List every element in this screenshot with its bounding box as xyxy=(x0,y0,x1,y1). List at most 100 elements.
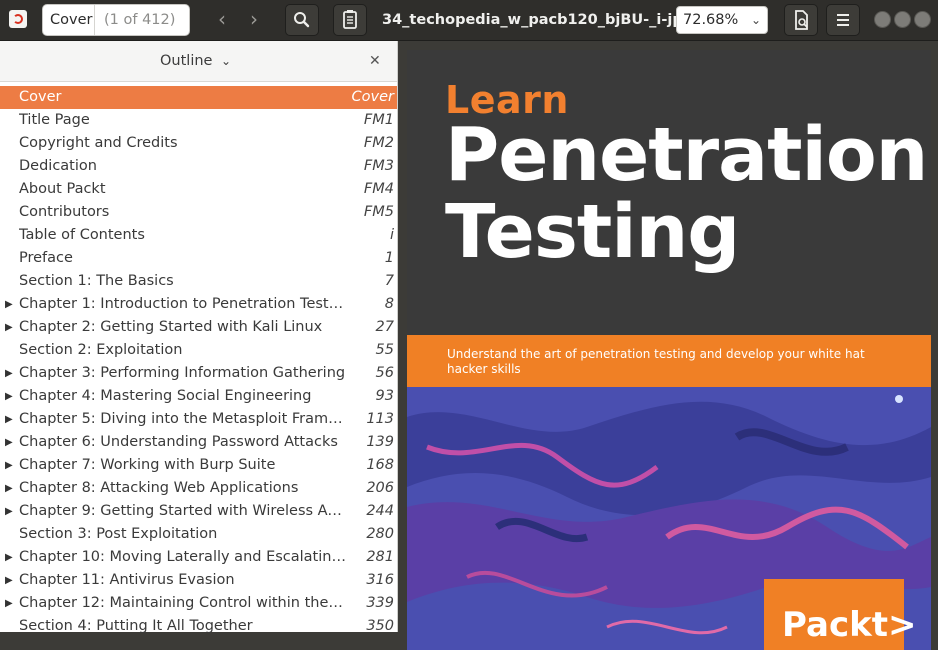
expand-triangle-icon[interactable]: ▶ xyxy=(5,569,13,592)
expand-triangle-icon[interactable]: ▶ xyxy=(5,293,13,316)
next-page-button[interactable]: › xyxy=(241,6,267,34)
minimize-button[interactable] xyxy=(874,11,891,28)
close-sidebar-icon[interactable]: ✕ xyxy=(369,41,381,81)
outline-item[interactable]: ▶ Chapter 1: Introduction to Penetration … xyxy=(0,293,397,316)
outline-item[interactable]: ▶ Chapter 10: Moving Laterally and Escala… xyxy=(0,546,397,569)
expand-triangle-icon[interactable]: ▶ xyxy=(5,316,13,339)
outline-item-title: Dedication xyxy=(19,158,97,174)
outline-item-page: 139 xyxy=(366,434,394,450)
outline-item[interactable]: ▶ Chapter 5: Diving into the Metasploit F… xyxy=(0,408,397,431)
clipboard-icon xyxy=(343,10,357,29)
outline-item[interactable]: Table of Contents i xyxy=(0,224,397,247)
expand-triangle-icon[interactable]: ▶ xyxy=(5,546,13,569)
expand-triangle-icon[interactable]: ▶ xyxy=(5,408,13,431)
outline-item[interactable]: Section 2: Exploitation 55 xyxy=(0,339,397,362)
outline-item-page: 206 xyxy=(366,480,394,496)
outline-item[interactable]: Copyright and Credits FM2 xyxy=(0,132,397,155)
publisher-logo-text: Packt> xyxy=(782,605,917,645)
outline-item-page: 93 xyxy=(375,388,394,404)
cover-tagline-band: Understand the art of penetration testin… xyxy=(407,335,931,387)
document-view-button[interactable] xyxy=(784,4,818,36)
outline-item-title: Chapter 12: Maintaining Control within t… xyxy=(19,595,347,611)
outline-item[interactable]: ▶ Chapter 6: Understanding Password Attac… xyxy=(0,431,397,454)
page-count-label: (1 of 412) xyxy=(104,12,176,28)
zoom-value[interactable]: 72.68% xyxy=(683,7,738,33)
close-window-button[interactable] xyxy=(914,11,931,28)
outline-item[interactable]: Section 3: Post Exploitation 280 xyxy=(0,523,397,546)
outline-item-title: Preface xyxy=(19,250,73,266)
outline-item-title: Chapter 6: Understanding Password Attack… xyxy=(19,434,338,450)
outline-item-page: FM4 xyxy=(363,181,394,197)
outline-item-page: 56 xyxy=(375,365,394,381)
outline-item[interactable]: Title Page FM1 xyxy=(0,109,397,132)
outline-item-title: Chapter 11: Antivirus Evasion xyxy=(19,572,235,588)
outline-item-page: 281 xyxy=(366,549,394,565)
outline-item-page: 244 xyxy=(366,503,394,519)
page-field-separator xyxy=(94,5,95,35)
outline-item-page: i xyxy=(389,227,394,243)
page-label-field[interactable]: Cover (1 of 412) xyxy=(42,4,190,36)
expand-triangle-icon[interactable]: ▶ xyxy=(5,454,13,477)
outline-item[interactable]: Dedication FM3 xyxy=(0,155,397,178)
outline-item-page: FM3 xyxy=(363,158,394,174)
hamburger-menu-icon xyxy=(837,14,849,26)
outline-item[interactable]: Contributors FM5 xyxy=(0,201,397,224)
expand-triangle-icon[interactable]: ▶ xyxy=(5,431,13,454)
outline-item-title: Table of Contents xyxy=(19,227,145,243)
expand-triangle-icon[interactable]: ▶ xyxy=(5,477,13,500)
expand-triangle-icon[interactable]: ▶ xyxy=(5,500,13,523)
outline-item-title: Contributors xyxy=(19,204,110,220)
outline-item-title: Section 4: Putting It All Together xyxy=(19,618,253,634)
annotations-button[interactable] xyxy=(333,4,367,36)
expand-triangle-icon[interactable]: ▶ xyxy=(5,362,13,385)
chevron-left-icon: ‹ xyxy=(218,7,226,31)
outline-item[interactable]: ▶ Chapter 3: Performing Information Gathe… xyxy=(0,362,397,385)
outline-item[interactable]: About Packt FM4 xyxy=(0,178,397,201)
outline-header[interactable]: Outline ⌄ ✕ xyxy=(0,41,397,82)
outline-title[interactable]: Outline xyxy=(160,41,212,81)
outline-item-title: About Packt xyxy=(19,181,106,197)
outline-item[interactable]: ▶ Chapter 2: Getting Started with Kali Li… xyxy=(0,316,397,339)
outline-item-title: Chapter 10: Moving Laterally and Escalat… xyxy=(19,549,347,565)
publisher-logo: Packt> xyxy=(764,579,916,650)
outline-item-page: 27 xyxy=(375,319,394,335)
outline-item[interactable]: Cover Cover xyxy=(0,86,397,109)
document-view-icon xyxy=(795,10,808,30)
document-title: 34_techopedia_w_pacb120_bjBU-_i-jpq... xyxy=(382,12,710,28)
outline-item-title: Chapter 5: Diving into the Metasploit Fr… xyxy=(19,411,347,427)
outline-item[interactable]: Preface 1 xyxy=(0,247,397,270)
previous-page-button[interactable]: ‹ xyxy=(209,6,235,34)
outline-item-page: FM2 xyxy=(363,135,394,151)
outline-item-page: 168 xyxy=(366,457,394,473)
outline-item-title: Section 2: Exploitation xyxy=(19,342,183,358)
outline-item[interactable]: ▶ Chapter 8: Attacking Web Applications 20… xyxy=(0,477,397,500)
search-button[interactable] xyxy=(285,4,319,36)
outline-item[interactable]: ▶ Chapter 9: Getting Started with Wireles… xyxy=(0,500,397,523)
outline-item-title: Chapter 1: Introduction to Penetration T… xyxy=(19,296,347,312)
page-label-input[interactable]: Cover xyxy=(50,5,92,35)
chevron-right-icon: › xyxy=(250,7,258,31)
expand-triangle-icon[interactable]: ▶ xyxy=(5,592,13,615)
outline-item[interactable]: Section 4: Putting It All Together 350 xyxy=(0,615,397,638)
outline-item[interactable]: ▶ Chapter 11: Antivirus Evasion 316 xyxy=(0,569,397,592)
cover-title-testing: Testing xyxy=(445,189,740,275)
chevron-down-icon[interactable]: ⌄ xyxy=(221,41,231,81)
outline-item[interactable]: ▶ Chapter 4: Mastering Social Engineering… xyxy=(0,385,397,408)
menu-button[interactable] xyxy=(826,4,860,36)
document-viewer[interactable]: Learn Penetration Testing Understand the… xyxy=(398,41,938,650)
outline-item-title: Section 3: Post Exploitation xyxy=(19,526,218,542)
outline-item-page: 55 xyxy=(375,342,394,358)
outline-item-page: FM5 xyxy=(363,204,394,220)
maximize-button[interactable] xyxy=(894,11,911,28)
cover-page[interactable]: Learn Penetration Testing Understand the… xyxy=(407,50,931,650)
cover-title-penetration: Penetration xyxy=(445,112,928,198)
zoom-select[interactable]: 72.68% ⌄ xyxy=(676,6,768,34)
outline-item[interactable]: Section 1: The Basics 7 xyxy=(0,270,397,293)
outline-item-title: Cover xyxy=(19,89,62,105)
outline-item-page: 1 xyxy=(384,250,394,266)
outline-item[interactable]: ▶ Chapter 7: Working with Burp Suite 168 xyxy=(0,454,397,477)
expand-triangle-icon[interactable]: ▶ xyxy=(5,385,13,408)
outline-list: Cover Cover Title Page FM1 Copyright and Cre… xyxy=(0,86,397,638)
outline-item[interactable]: ▶ Chapter 12: Maintaining Control within … xyxy=(0,592,397,615)
outline-item-page: 7 xyxy=(384,273,394,289)
